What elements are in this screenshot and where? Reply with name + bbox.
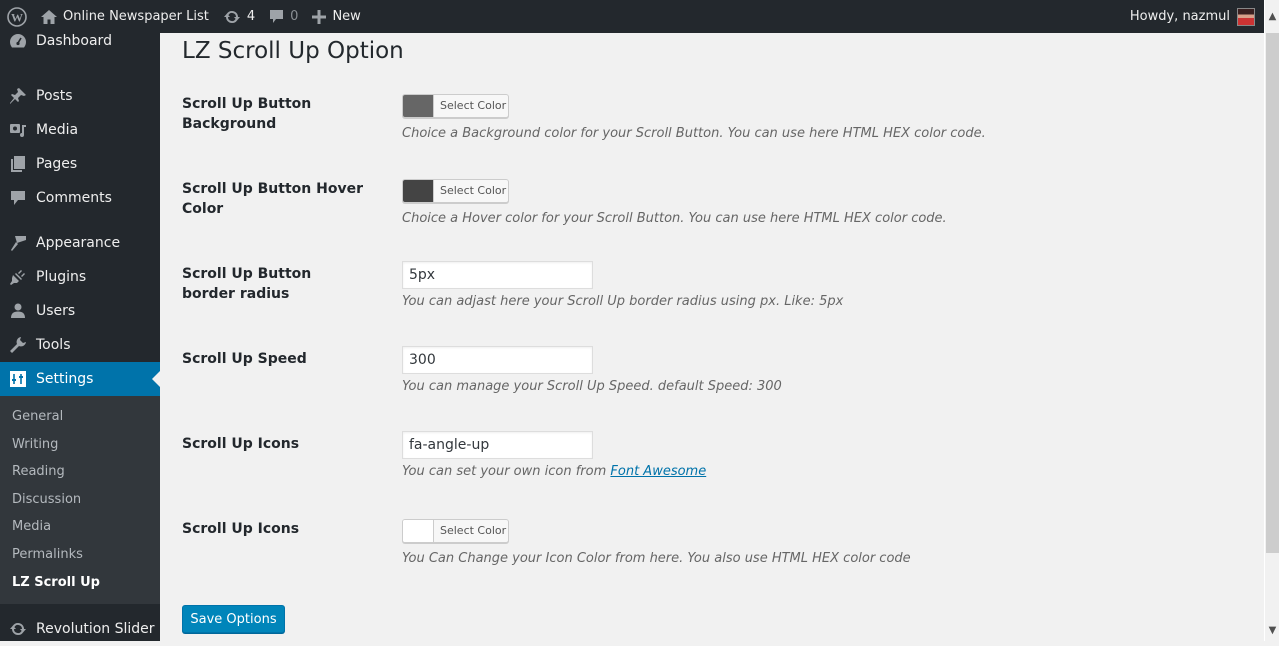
svg-text:W: W: [11, 10, 23, 24]
sidebar-label: Comments: [36, 190, 112, 206]
border-radius-input[interactable]: [402, 261, 593, 289]
field-description: You can adjast here your Scroll Up borde…: [402, 294, 844, 309]
sidebar-label: Plugins: [36, 269, 87, 285]
dashboard-icon: [0, 33, 36, 49]
comment-icon: [0, 189, 36, 207]
sidebar-item-tools[interactable]: Tools: [0, 328, 160, 362]
wrench-icon: [0, 336, 36, 354]
page-title: LZ Scroll Up Option: [182, 38, 404, 64]
wordpress-icon: W: [7, 6, 27, 27]
sidebar-item-comments[interactable]: Comments: [0, 181, 160, 215]
main-content: LZ Scroll Up Option Scroll Up Button Bac…: [182, 33, 1242, 633]
sidebar-label: Revolution Slider: [36, 621, 155, 638]
select-color-label: Select Color: [440, 524, 507, 537]
field-label: Scroll Up Button Hover Color: [182, 181, 363, 217]
sidebar-label: Posts: [36, 88, 73, 104]
sidebar-item-posts[interactable]: Posts: [0, 79, 160, 113]
user-greeting: Howdy, nazmul: [1129, 9, 1230, 24]
sidebar-item-dashboard[interactable]: Dashboard: [0, 33, 160, 57]
hover-color-picker-button[interactable]: Select Color: [402, 179, 509, 203]
sidebar-item-appearance[interactable]: Appearance: [0, 226, 160, 260]
submenu-item-discussion[interactable]: Discussion: [0, 486, 160, 514]
updates-link[interactable]: 4: [216, 0, 262, 33]
scrollbar-thumb[interactable]: [1266, 33, 1279, 553]
site-name-link[interactable]: Online Newspaper List: [34, 0, 216, 33]
sidebar-item-media[interactable]: Media: [0, 113, 160, 147]
sidebar-item-pages[interactable]: Pages: [0, 147, 160, 181]
plug-icon: [0, 268, 36, 286]
new-label: New: [332, 9, 361, 24]
sidebar-label: Pages: [36, 156, 78, 172]
pages-icon: [0, 155, 36, 173]
scroll-down-arrow-icon[interactable]: ▼: [1265, 622, 1279, 639]
page-scrollbar[interactable]: ▲ ▼: [1264, 0, 1279, 641]
sidebar-label: Settings: [36, 371, 94, 387]
plus-icon: [312, 9, 327, 24]
avatar: [1237, 7, 1255, 26]
sidebar-item-plugins[interactable]: Plugins: [0, 260, 160, 294]
submenu-item-reading[interactable]: Reading: [0, 458, 160, 486]
sidebar-item-users[interactable]: Users: [0, 294, 160, 328]
field-description: You Can Change your Icon Color from here…: [402, 551, 911, 566]
icon-color-picker-button[interactable]: Select Color: [402, 519, 509, 543]
scroll-speed-input[interactable]: [402, 346, 593, 374]
settings-submenu: General Writing Reading Discussion Media…: [0, 396, 160, 605]
user-account-menu[interactable]: Howdy, nazmul: [1123, 0, 1264, 33]
submenu-item-lz-scroll-up[interactable]: LZ Scroll Up: [0, 569, 160, 597]
save-options-button[interactable]: Save Options: [182, 605, 285, 633]
new-content-link[interactable]: New: [305, 0, 367, 33]
pin-icon: [0, 87, 36, 105]
site-name: Online Newspaper List: [63, 9, 209, 24]
updates-icon: [223, 9, 241, 25]
submenu-item-writing[interactable]: Writing: [0, 431, 160, 459]
comments-count: 0: [290, 9, 299, 24]
field-label: Scroll Up Icons: [182, 521, 300, 537]
sidebar-label: Appearance: [36, 235, 121, 251]
home-icon: [41, 9, 57, 24]
field-description: Choice a Hover color for your Scroll But…: [402, 211, 947, 226]
admin-sidebar: Dashboard Posts Media Pages Comments App…: [0, 33, 160, 641]
background-color-picker-button[interactable]: Select Color: [402, 94, 509, 118]
color-swatch: [403, 520, 434, 542]
sidebar-label: Media: [36, 122, 79, 138]
field-label: Scroll Up Button Background: [182, 96, 312, 132]
brush-icon: [0, 234, 36, 252]
sidebar-label: Dashboard: [36, 33, 112, 49]
field-description: You can manage your Scroll Up Speed. def…: [402, 379, 782, 394]
color-swatch: [403, 95, 434, 117]
submenu-item-general[interactable]: General: [0, 403, 160, 431]
sidebar-label: Users: [36, 303, 76, 319]
refresh-icon: [0, 621, 36, 637]
user-icon: [0, 302, 36, 320]
admin-bar: W Online Newspaper List 4 0 New Howdy, n…: [0, 0, 1264, 33]
select-color-label: Select Color: [440, 184, 507, 197]
field-label: Scroll Up Icons: [182, 436, 300, 452]
field-description: Choice a Background color for your Scrol…: [402, 126, 986, 141]
submenu-item-media[interactable]: Media: [0, 513, 160, 541]
comment-icon: [269, 9, 284, 25]
updates-count: 4: [246, 9, 256, 24]
sidebar-item-settings[interactable]: Settings: [0, 362, 160, 396]
color-swatch: [403, 180, 434, 202]
field-label: Scroll Up Speed: [182, 351, 307, 367]
field-description: You can set your own icon from Font Awes…: [402, 464, 707, 479]
media-icon: [0, 121, 36, 139]
sidebar-label: Tools: [36, 337, 71, 353]
wordpress-logo-button[interactable]: W: [0, 0, 34, 33]
field-label: Scroll Up Button border radius: [182, 266, 312, 302]
scroll-up-arrow-icon[interactable]: ▲: [1265, 8, 1279, 25]
submenu-item-permalinks[interactable]: Permalinks: [0, 541, 160, 569]
font-awesome-link[interactable]: Font Awesome: [610, 464, 706, 479]
select-color-label: Select Color: [440, 99, 507, 112]
comments-link[interactable]: 0: [262, 0, 305, 33]
settings-icon: [0, 371, 36, 387]
icon-class-input[interactable]: [402, 431, 593, 459]
